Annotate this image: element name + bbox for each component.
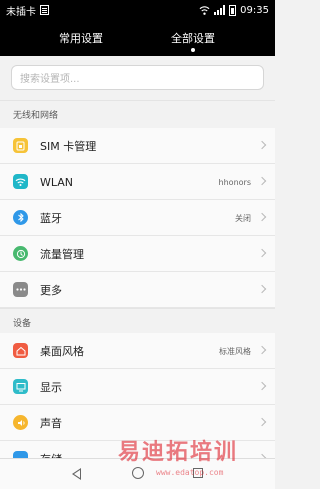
data-usage-icon — [13, 246, 28, 261]
tab-bar: 常用设置 全部设置 — [0, 20, 275, 56]
search-placeholder: 搜索设置项... — [20, 74, 80, 85]
watermark-url: www.edatop.com — [156, 468, 224, 477]
settings-item-data-usage[interactable]: 流量管理 — [0, 236, 275, 272]
sim-card-icon — [13, 138, 28, 153]
tab-all-settings[interactable]: 全部设置 — [138, 20, 248, 56]
item-value: 标准风格 — [219, 346, 251, 356]
section-title: 无线和网络 — [13, 111, 59, 121]
settings-item-wlan[interactable]: WLAN hhonors — [0, 164, 275, 200]
section-header-wireless: 无线和网络 — [0, 100, 275, 128]
home-style-icon — [13, 343, 28, 358]
item-label: 显示 — [40, 381, 62, 394]
no-sim-icon — [40, 5, 49, 15]
chevron-right-icon — [257, 248, 267, 258]
item-label: SIM 卡管理 — [40, 140, 97, 153]
wifi-status-icon — [199, 5, 210, 15]
section-title: 设备 — [13, 319, 32, 329]
search-area: 搜索设置项... — [0, 56, 275, 100]
item-value: 关闭 — [235, 213, 251, 223]
home-icon — [132, 467, 144, 479]
watermark-logo: 易迪拓培训 — [118, 440, 239, 465]
back-icon — [72, 468, 81, 480]
status-bar: 未插卡 09:35 — [0, 0, 275, 20]
chevron-right-icon — [257, 417, 267, 427]
settings-item-bluetooth[interactable]: 蓝牙 关闭 — [0, 200, 275, 236]
chevron-right-icon — [257, 284, 267, 294]
settings-item-display[interactable]: 显示 — [0, 369, 275, 405]
signal-icon — [214, 5, 226, 15]
item-label: 流量管理 — [40, 248, 84, 261]
display-icon — [13, 379, 28, 394]
search-input[interactable]: 搜索设置项... — [11, 65, 264, 90]
settings-item-sim[interactable]: SIM 卡管理 — [0, 128, 275, 164]
active-tab-indicator — [191, 48, 195, 52]
chevron-right-icon — [257, 176, 267, 186]
chevron-right-icon — [257, 212, 267, 222]
wifi-icon — [13, 174, 28, 189]
sound-icon — [13, 415, 28, 430]
item-label: 桌面风格 — [40, 345, 84, 358]
item-value: hhonors — [218, 177, 251, 187]
item-label: 蓝牙 — [40, 212, 62, 225]
item-label: WLAN — [40, 175, 74, 189]
clock: 09:35 — [240, 4, 269, 16]
back-button[interactable] — [58, 459, 98, 489]
chevron-right-icon — [257, 345, 267, 355]
battery-icon — [229, 4, 237, 16]
more-icon — [13, 282, 28, 297]
tab-common-settings[interactable]: 常用设置 — [26, 20, 136, 56]
settings-item-more[interactable]: 更多 — [0, 272, 275, 308]
tab-label: 常用设置 — [59, 32, 103, 45]
tab-label: 全部设置 — [171, 32, 215, 45]
settings-item-sound[interactable]: 声音 — [0, 405, 275, 441]
carrier-label: 未插卡 — [6, 6, 36, 18]
chevron-right-icon — [257, 381, 267, 391]
settings-item-home-style[interactable]: 桌面风格 标准风格 — [0, 333, 275, 369]
item-label: 声音 — [40, 417, 62, 430]
chevron-right-icon — [257, 140, 267, 150]
section-header-device: 设备 — [0, 308, 275, 336]
bluetooth-icon — [13, 210, 28, 225]
item-label: 更多 — [40, 284, 62, 297]
